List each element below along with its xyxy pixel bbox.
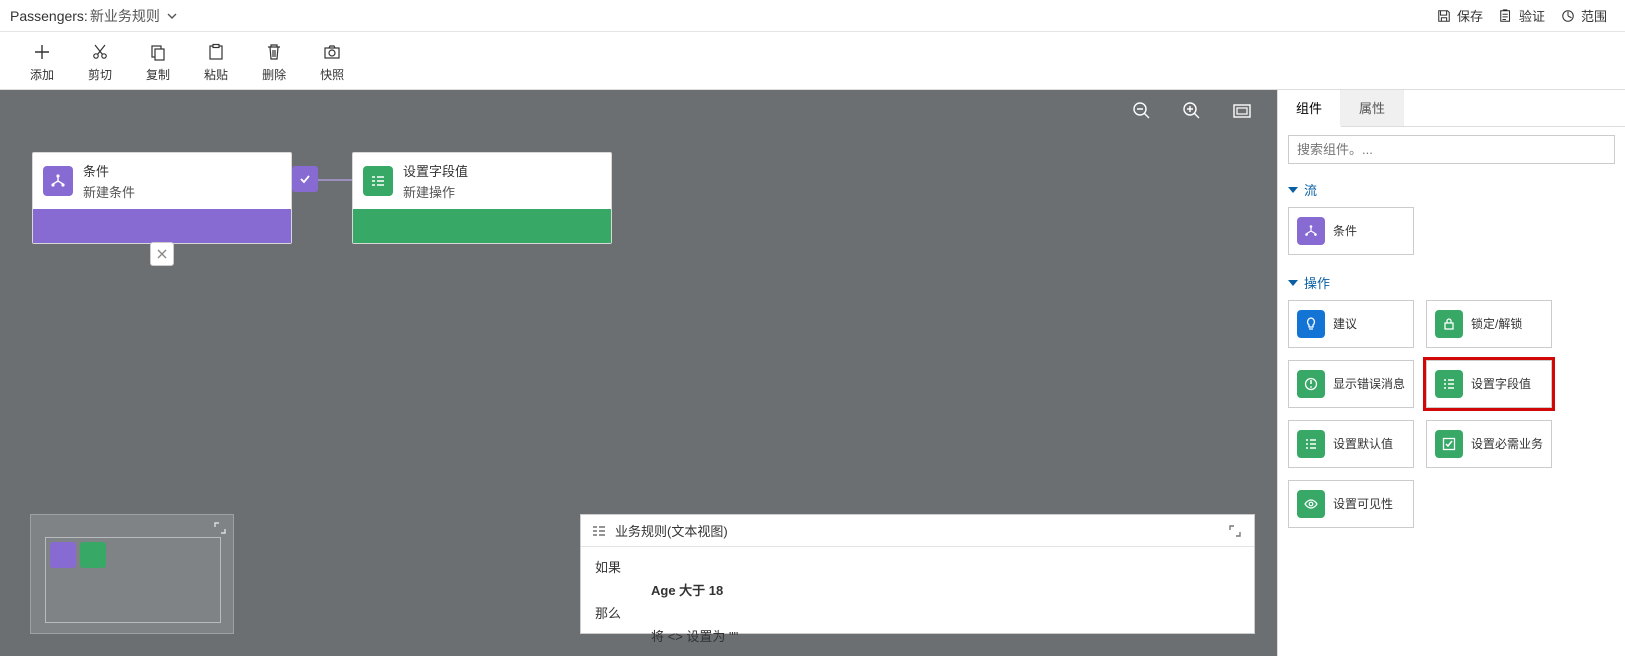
collapse-icon [1288, 187, 1298, 193]
text-view-title: 业务规则(文本视图) [615, 521, 728, 540]
action-node-subtitle: 新建操作 [403, 182, 468, 201]
action-node[interactable]: 设置字段值 新建操作 [352, 152, 612, 244]
tile-set-default[interactable]: 设置默认值 [1288, 420, 1414, 468]
section-actions-label: 操作 [1304, 273, 1330, 292]
tile-show-error[interactable]: 显示错误消息 [1288, 360, 1414, 408]
condition-node[interactable]: 条件 新建条件 [32, 152, 292, 244]
validate-label: 验证 [1519, 6, 1545, 25]
camera-icon [322, 42, 342, 62]
paste-label: 粘贴 [204, 66, 228, 83]
text-view-icon [591, 523, 607, 539]
list-icon [1435, 370, 1463, 398]
condition-node-title: 条件 [83, 161, 135, 180]
canvas[interactable]: 条件 新建条件 设置字段值 新建操作 [0, 90, 1277, 656]
scope-icon [1561, 9, 1575, 23]
checkbox-icon [1435, 430, 1463, 458]
chevron-down-icon[interactable] [166, 10, 178, 22]
text-view-condition: Age 大于 18 [651, 580, 1240, 599]
save-button[interactable]: 保存 [1429, 2, 1491, 29]
entity-name: Passengers: [10, 8, 88, 24]
section-actions-header[interactable]: 操作 [1288, 273, 1615, 292]
section-flow-header[interactable]: 流 [1288, 180, 1615, 199]
delete-button[interactable]: 删除 [262, 42, 286, 83]
title-bar: Passengers: 新业务规则 保存 验证 范围 [0, 0, 1625, 32]
snapshot-button[interactable]: 快照 [320, 42, 344, 83]
cut-button[interactable]: 剪切 [88, 42, 112, 83]
side-panel: 组件 属性 流 条件 操作 [1277, 90, 1625, 656]
zoom-in-button[interactable] [1179, 98, 1205, 124]
minimap-action-node [80, 542, 106, 568]
plus-icon [32, 42, 52, 62]
panel-tabs: 组件 属性 [1278, 90, 1625, 127]
condition-node-icon [43, 166, 73, 196]
tile-lock[interactable]: 锁定/解锁 [1426, 300, 1552, 348]
tile-set-field[interactable]: 设置字段值 [1426, 360, 1552, 408]
tile-set-field-label: 设置字段值 [1471, 377, 1531, 391]
tile-condition-label: 条件 [1333, 224, 1357, 238]
node-connector [318, 179, 352, 181]
minimap-expand-icon[interactable] [211, 519, 229, 537]
tile-set-required[interactable]: 设置必需业务 [1426, 420, 1552, 468]
validate-button[interactable]: 验证 [1491, 2, 1553, 29]
rule-name[interactable]: 新业务规则 [90, 6, 160, 26]
zoom-out-button[interactable] [1129, 98, 1155, 124]
tab-components[interactable]: 组件 [1278, 90, 1341, 127]
action-node-bar [353, 209, 611, 243]
copy-label: 复制 [146, 66, 170, 83]
tile-set-visible[interactable]: 设置可见性 [1288, 480, 1414, 528]
paste-icon [206, 42, 226, 62]
scope-button[interactable]: 范围 [1553, 2, 1615, 29]
main-area: 条件 新建条件 设置字段值 新建操作 [0, 90, 1625, 656]
minimap-viewport[interactable] [45, 537, 221, 623]
fit-screen-button[interactable] [1229, 98, 1255, 124]
condition-node-bar [33, 209, 291, 243]
text-view-expand-icon[interactable] [1226, 522, 1244, 540]
text-view-panel: 业务规则(文本视图) 如果 Age 大于 18 那么 将 <> 设置为 "" [580, 514, 1255, 634]
search-components-input[interactable] [1288, 135, 1615, 164]
tab-properties[interactable]: 属性 [1341, 90, 1404, 126]
tile-show-error-label: 显示错误消息 [1333, 377, 1405, 391]
paste-button[interactable]: 粘贴 [204, 42, 228, 83]
tile-set-visible-label: 设置可见性 [1333, 497, 1393, 511]
true-branch-badge[interactable] [292, 166, 318, 192]
add-label: 添加 [30, 66, 54, 83]
save-icon [1437, 9, 1451, 23]
scissors-icon [90, 42, 110, 62]
collapse-icon [1288, 280, 1298, 286]
section-flow-label: 流 [1304, 180, 1317, 199]
copy-icon [148, 42, 168, 62]
action-node-title: 设置字段值 [403, 161, 468, 180]
tile-suggest[interactable]: 建议 [1288, 300, 1414, 348]
copy-button[interactable]: 复制 [146, 42, 170, 83]
condition-tile-icon [1297, 217, 1325, 245]
tile-suggest-label: 建议 [1333, 317, 1357, 331]
error-icon [1297, 370, 1325, 398]
canvas-controls [1129, 98, 1255, 124]
false-branch-badge[interactable] [150, 242, 174, 266]
add-button[interactable]: 添加 [30, 42, 54, 83]
cut-label: 剪切 [88, 66, 112, 83]
validate-icon [1499, 9, 1513, 23]
text-view-then: 那么 [595, 603, 1240, 622]
minimap-condition-node [50, 542, 76, 568]
eye-icon [1297, 490, 1325, 518]
save-label: 保存 [1457, 6, 1483, 25]
text-view-action: 将 <> 设置为 "" [651, 626, 1240, 645]
toolbar: 添加 剪切 复制 粘贴 删除 快照 [0, 32, 1625, 90]
text-view-if: 如果 [595, 557, 1240, 576]
tile-set-default-label: 设置默认值 [1333, 437, 1393, 451]
delete-label: 删除 [262, 66, 286, 83]
tile-condition[interactable]: 条件 [1288, 207, 1414, 255]
condition-node-subtitle: 新建条件 [83, 182, 135, 201]
snapshot-label: 快照 [320, 66, 344, 83]
action-node-icon [363, 166, 393, 196]
minimap[interactable] [30, 514, 234, 634]
lock-icon [1435, 310, 1463, 338]
trash-icon [264, 42, 284, 62]
tile-set-required-label: 设置必需业务 [1471, 437, 1543, 451]
tile-lock-label: 锁定/解锁 [1471, 317, 1522, 331]
list-icon [1297, 430, 1325, 458]
lightbulb-icon [1297, 310, 1325, 338]
scope-label: 范围 [1581, 6, 1607, 25]
